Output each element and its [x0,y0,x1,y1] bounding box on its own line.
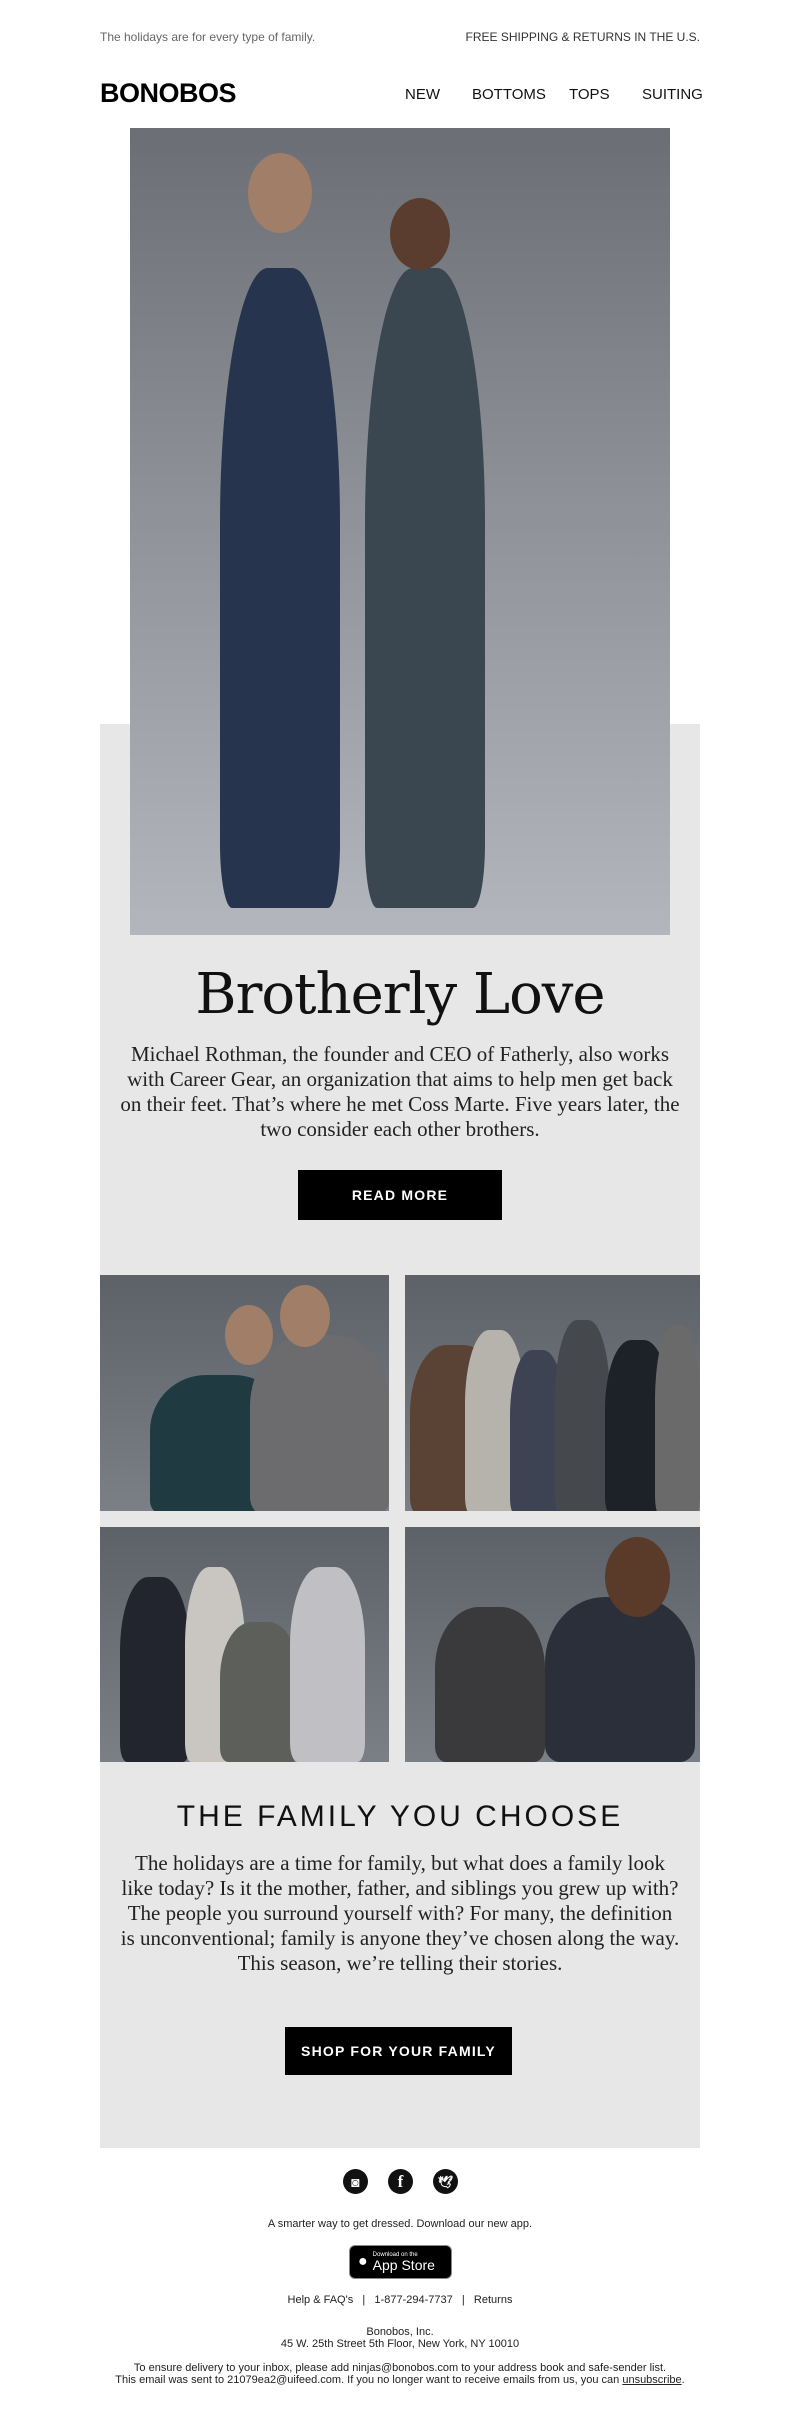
company-address: 45 W. 25th Street 5th Floor, New York, N… [280,2338,520,2350]
app-store-badge[interactable]: ● Download on the App Store [349,2245,452,2279]
preheader-text: The holidays are for every type of famil… [100,30,316,44]
family-heading: THE FAMILY YOU CHOOSE [176,1800,624,1833]
company-name: Bonobos, Inc. [366,2326,434,2338]
nav-suiting[interactable]: SUITING [642,86,703,103]
shop-for-your-family-button[interactable]: SHOP FOR YOUR FAMILY [285,2027,512,2075]
period: . [681,2374,685,2386]
footer-links: Help & FAQ's | 1-877-294-7737 | Returns [0,2294,800,2306]
app-tagline: A smarter way to get dressed. Download o… [267,2218,533,2230]
facebook-icon[interactable]: f [388,2169,413,2194]
feature-body: Michael Rothman, the founder and CEO of … [120,1042,680,1141]
photo-woman-and-man-laughing[interactable] [405,1527,700,1762]
hero-image[interactable] [130,128,670,935]
family-body: The holidays are a time for family, but … [120,1851,680,1975]
nav-tops[interactable]: TOPS [569,86,610,103]
photo-group-of-four[interactable] [100,1527,389,1762]
help-faq-link[interactable]: Help & FAQ's [288,2294,354,2306]
separator: | [461,2294,465,2306]
photo-two-men-embracing[interactable] [100,1275,389,1511]
instagram-icon[interactable]: ◙ [343,2169,368,2194]
phone-link[interactable]: 1-877-294-7737 [374,2294,452,2306]
delivery-note: To ensure delivery to your inbox, please… [133,2362,667,2374]
apple-icon: ● [358,2253,368,2270]
photo-group-of-six[interactable] [405,1275,700,1511]
unsubscribe-link[interactable]: unsubscribe [622,2374,681,2386]
returns-link[interactable]: Returns [474,2294,513,2306]
sent-note: This email was sent to 21079ea2@uifeed.c… [115,2374,620,2386]
bonobos-logo[interactable]: BONOBOS [100,78,237,109]
nav-bottoms[interactable]: BOTTOMS [472,86,546,103]
separator: | [362,2294,366,2306]
twitter-icon[interactable]: 🕊 [433,2169,458,2194]
read-more-button[interactable]: READ MORE [298,1170,502,1220]
badge-line2: App Store [372,2257,435,2273]
sent-note-line: This email was sent to 21079ea2@uifeed.c… [0,2374,800,2386]
shipping-banner[interactable]: FREE SHIPPING & RETURNS IN THE U.S. [466,30,700,44]
nav-new[interactable]: NEW [405,86,440,103]
feature-title: Brotherly Love [195,962,605,1027]
